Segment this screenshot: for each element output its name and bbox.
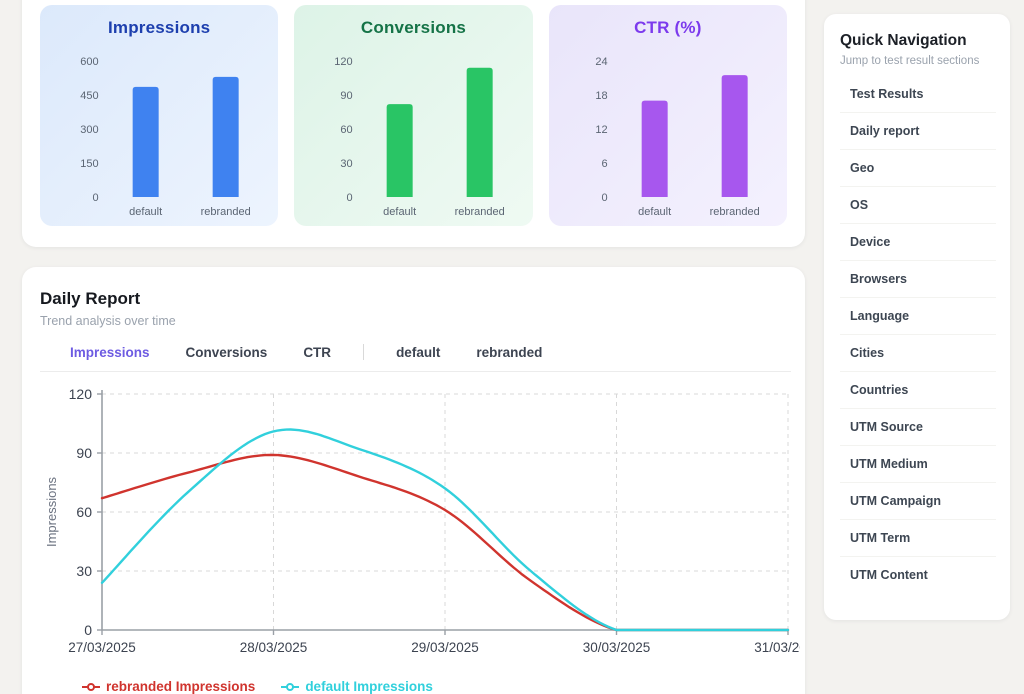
nav-item-utm-campaign[interactable]: UTM Campaign <box>840 483 996 520</box>
x-tick-label: 28/03/2025 <box>240 640 308 655</box>
default-bar <box>387 104 413 197</box>
y-tick-label: 600 <box>80 56 98 68</box>
y-tick-label: 90 <box>76 445 92 461</box>
y-tick-label: 0 <box>601 192 607 204</box>
tab-rebranded[interactable]: rebranded <box>458 345 560 360</box>
tab-separator <box>363 344 364 360</box>
report-tabs: ImpressionsConversionsCTR defaultrebrande… <box>40 344 791 372</box>
y-axis-title: Impressions <box>44 476 59 547</box>
impressions-summary-card: Impressions 600 450 300 150 0 default rebrande… <box>40 5 278 226</box>
category-label: rebranded <box>455 206 505 218</box>
legend-marker-icon <box>82 682 100 692</box>
legend-dot <box>287 684 293 690</box>
y-tick-label: 0 <box>84 622 92 638</box>
y-tick-label: 150 <box>80 158 98 170</box>
category-label: rebranded <box>201 206 251 218</box>
tab-impressions[interactable]: Impressions <box>52 345 168 360</box>
y-tick-label: 450 <box>80 90 98 102</box>
quick-nav-list: Test ResultsDaily reportGeoOSDeviceBrows… <box>840 76 996 593</box>
y-tick-label: 18 <box>595 90 607 102</box>
legend-item-rebranded-impressions[interactable]: rebranded Impressions <box>82 679 255 694</box>
conversions-bar-chart: 120 90 60 30 0 default rebranded <box>294 41 532 224</box>
quick-nav-title: Quick Navigation <box>840 32 996 50</box>
summary-charts-card: Impressions 6004503001500defaultrebrande… <box>22 0 805 247</box>
nav-item-os[interactable]: OS <box>840 187 996 224</box>
y-tick-label: 30 <box>341 158 353 170</box>
daily-report-subtitle: Trend analysis over time <box>40 314 805 328</box>
nav-item-device[interactable]: Device <box>840 224 996 261</box>
y-tick-label: 12 <box>595 124 607 136</box>
nav-item-language[interactable]: Language <box>840 298 996 335</box>
ctr-summary-card: CTR (%) 24 18 12 6 0 default rebranded <box>549 5 787 226</box>
impressions-bar-chart: 600 450 300 150 0 default rebranded <box>40 41 278 224</box>
rebranded-bar <box>467 68 493 197</box>
nav-item-browsers[interactable]: Browsers <box>840 261 996 298</box>
tab-ctr[interactable]: CTR <box>285 345 349 360</box>
category-label: default <box>383 206 416 218</box>
y-tick-label: 90 <box>341 90 353 102</box>
y-tick-label: 24 <box>595 56 607 68</box>
nav-item-test-results[interactable]: Test Results <box>840 76 996 113</box>
nav-item-utm-source[interactable]: UTM Source <box>840 409 996 446</box>
y-tick-label: 30 <box>76 563 92 579</box>
y-tick-label: 60 <box>341 124 353 136</box>
legend-label: default Impressions <box>305 679 433 694</box>
impressions-chart-title: Impressions <box>40 18 278 38</box>
x-tick-label: 27/03/2025 <box>68 640 136 655</box>
quick-navigation-panel: Quick Navigation Jump to test result sec… <box>824 14 1010 620</box>
ctr-chart-title: CTR (%) <box>549 18 787 38</box>
nav-item-daily-report[interactable]: Daily report <box>840 113 996 150</box>
category-label: rebranded <box>709 206 759 218</box>
y-tick-label: 6 <box>601 158 607 170</box>
tab-default[interactable]: default <box>378 345 458 360</box>
tab-conversions[interactable]: Conversions <box>168 345 286 360</box>
x-tick-label: 31/03/2025 <box>754 640 800 655</box>
rebranded-bar <box>721 75 747 197</box>
conversions-summary-card: Conversions 120 90 60 30 0 default rebranded <box>294 5 532 226</box>
y-tick-label: 0 <box>93 192 99 204</box>
x-tick-label: 30/03/2025 <box>583 640 651 655</box>
ctr-bar-chart: 24 18 12 6 0 default rebranded <box>549 41 787 224</box>
nav-item-geo[interactable]: Geo <box>840 150 996 187</box>
daily-report-title: Daily Report <box>40 289 805 309</box>
legend-marker-icon <box>281 682 299 692</box>
daily-report-card: Daily Report Trend analysis over time Im… <box>22 267 805 694</box>
y-tick-label: 120 <box>69 386 93 402</box>
nav-item-utm-medium[interactable]: UTM Medium <box>840 446 996 483</box>
rebranded-bar <box>213 77 239 197</box>
chart-legend: rebranded Impressions default Impressions <box>82 679 805 694</box>
y-tick-label: 120 <box>335 56 353 68</box>
y-tick-label: 300 <box>80 124 98 136</box>
nav-item-countries[interactable]: Countries <box>840 372 996 409</box>
nav-item-utm-content[interactable]: UTM Content <box>840 557 996 593</box>
legend-label: rebranded Impressions <box>106 679 255 694</box>
daily-report-line-chart: 0 30 60 90 120 27/03/2025 28/03/2025 29/03/2025… <box>40 380 800 677</box>
default-bar <box>641 101 667 197</box>
y-tick-label: 0 <box>347 192 353 204</box>
conversions-chart-title: Conversions <box>294 18 532 38</box>
category-label: default <box>638 206 671 218</box>
default-bar <box>133 87 159 197</box>
legend-dot <box>88 684 94 690</box>
nav-item-cities[interactable]: Cities <box>840 335 996 372</box>
y-tick-label: 60 <box>76 504 92 520</box>
legend-item-default-impressions[interactable]: default Impressions <box>281 679 433 694</box>
x-tick-label: 29/03/2025 <box>411 640 479 655</box>
category-label: default <box>129 206 162 218</box>
quick-nav-subtitle: Jump to test result sections <box>840 55 996 67</box>
nav-item-utm-term[interactable]: UTM Term <box>840 520 996 557</box>
